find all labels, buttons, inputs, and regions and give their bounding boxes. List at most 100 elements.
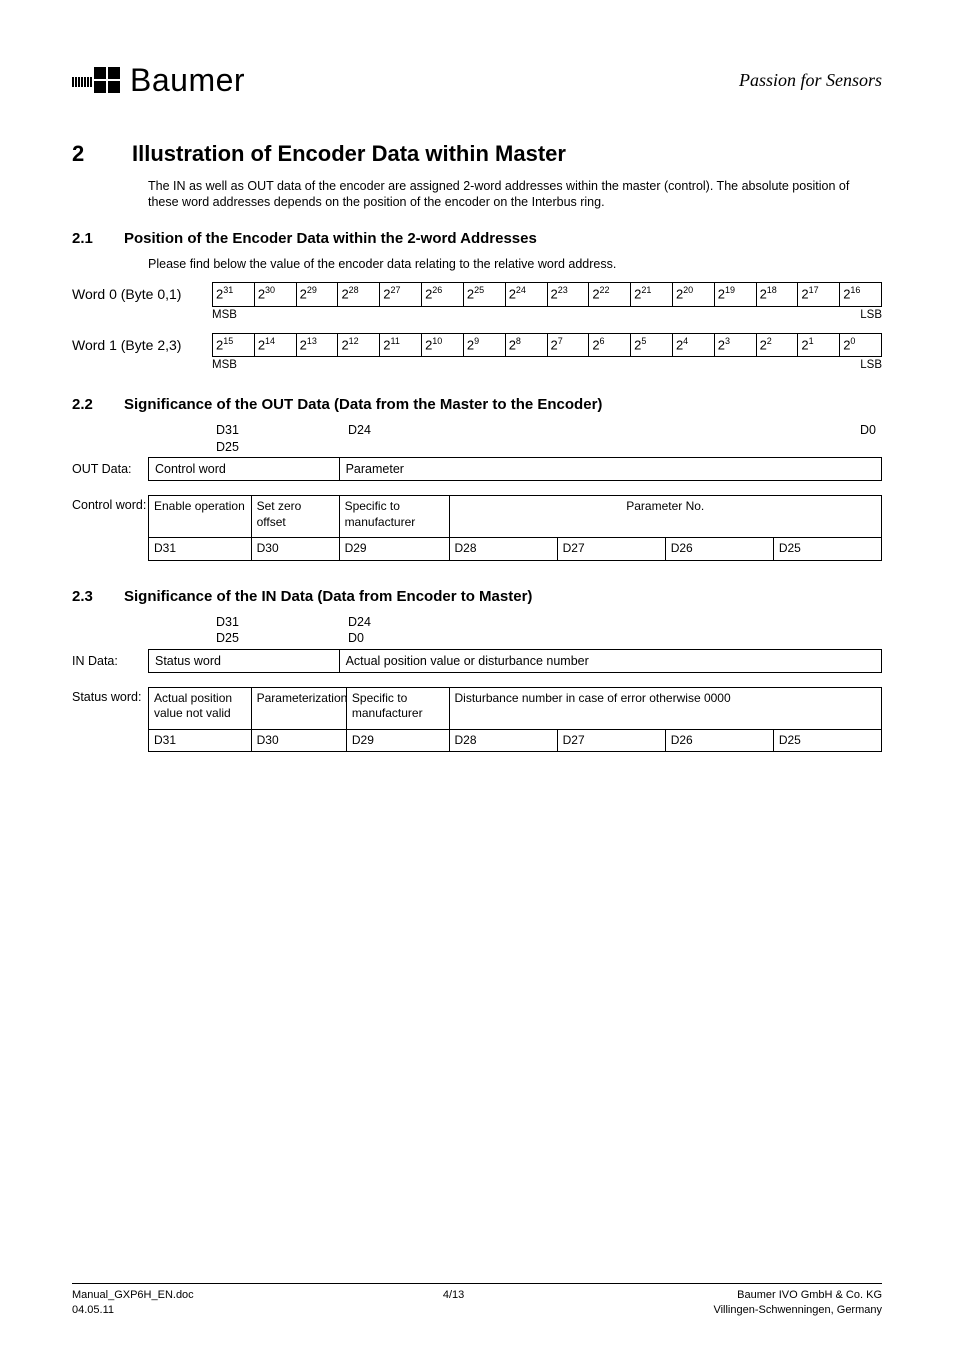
in-d24-label: D24 <box>348 614 508 630</box>
word0-bit-table: 231230229228227226225224223222221220219 2… <box>212 282 882 306</box>
section-2-intro: The IN as well as OUT data of the encode… <box>148 178 868 211</box>
bit-cell: 223 <box>547 283 589 306</box>
bit-cell: 214 <box>254 333 296 356</box>
word1-lsb: LSB <box>860 358 882 373</box>
bit-cell: 210 <box>422 333 464 356</box>
control-word-table: Enable operation Set zero offset Specifi… <box>148 495 882 561</box>
section-2-3-title-text: Significance of the IN Data (Data from E… <box>124 588 532 605</box>
bit-cell: 26 <box>589 333 631 356</box>
status-pos-not-valid: Actual position value not valid <box>149 687 252 729</box>
bit-cell: 215 <box>213 333 255 356</box>
d0-label: D0 <box>508 422 882 438</box>
section-2-3-title: 2.3Significance of the IN Data (Data fro… <box>72 587 882 607</box>
footer-page-num: 4/13 <box>194 1288 714 1317</box>
logo: Baumer <box>72 60 245 102</box>
bit-cell: 20 <box>840 333 882 356</box>
bit-cell: 220 <box>672 283 714 306</box>
in-d25-label: D25 <box>216 630 348 646</box>
bit-cell: 213 <box>296 333 338 356</box>
bit-cell: 25 <box>631 333 673 356</box>
bit-cell: 21 <box>798 333 840 356</box>
bit-cell: 226 <box>422 283 464 306</box>
status-d29: D29 <box>346 729 449 752</box>
tagline: Passion for Sensors <box>739 69 882 92</box>
status-d28: D28 <box>449 729 557 752</box>
bit-cell: 224 <box>505 283 547 306</box>
status-d30: D30 <box>251 729 346 752</box>
ctrl-d31: D31 <box>149 538 252 561</box>
status-disturbance: Disturbance number in case of error othe… <box>449 687 882 729</box>
status-specific: Specific to manufacturer <box>346 687 449 729</box>
word1-block: Word 1 (Byte 2,3) 2152142132122112102928… <box>72 333 882 373</box>
bit-cell: 217 <box>798 283 840 306</box>
status-word-table: Actual position value not valid Paramete… <box>148 687 882 753</box>
bit-cell: 229 <box>296 283 338 306</box>
word1-bit-table: 21521421321221121029282726252423222120 <box>212 333 882 357</box>
in-data-row: IN Data: Status word Actual position val… <box>72 649 882 673</box>
out-d-labels-bottom: D25 <box>148 439 882 455</box>
control-word-row: Control word: Enable operation Set zero … <box>72 495 882 561</box>
in-d-labels-bottom: D25 D0 <box>148 630 882 646</box>
section-2-2-num: 2.2 <box>72 395 124 415</box>
out-cell-control-word: Control word <box>149 457 340 480</box>
section-2-1-intro: Please find below the value of the encod… <box>148 256 882 272</box>
status-d25: D25 <box>773 729 881 752</box>
d24-label: D24 <box>348 422 508 438</box>
bit-cell: 221 <box>631 283 673 306</box>
word0-msb: MSB <box>212 308 237 323</box>
d25-label: D25 <box>216 439 348 455</box>
bit-cell: 222 <box>589 283 631 306</box>
page-footer: Manual_GXP6H_EN.doc 04.05.11 4/13 Baumer… <box>72 1283 882 1317</box>
bit-cell: 211 <box>380 333 422 356</box>
bit-cell: 228 <box>338 283 380 306</box>
footer-doc-name: Manual_GXP6H_EN.doc <box>72 1288 194 1302</box>
word1-msb: MSB <box>212 358 237 373</box>
section-2-2-title: 2.2Significance of the OUT Data (Data fr… <box>72 395 882 415</box>
in-d0-label: D0 <box>348 630 508 646</box>
word0-label: Word 0 (Byte 0,1) <box>72 282 212 303</box>
ctrl-set-zero: Set zero offset <box>251 496 339 538</box>
in-d-labels-top: D31 D24 <box>148 614 882 630</box>
ctrl-specific: Specific to manufacturer <box>339 496 449 538</box>
ctrl-d25: D25 <box>773 538 881 561</box>
ctrl-d29: D29 <box>339 538 449 561</box>
in-cell-status-word: Status word <box>149 649 340 672</box>
status-d26: D26 <box>665 729 773 752</box>
bit-cell: 225 <box>463 283 505 306</box>
word1-label: Word 1 (Byte 2,3) <box>72 333 212 354</box>
out-data-row: OUT Data: Control word Parameter <box>72 457 882 481</box>
word0-lsb: LSB <box>860 308 882 323</box>
page-header: Baumer Passion for Sensors <box>72 60 882 102</box>
out-data-label: OUT Data: <box>72 457 148 481</box>
bit-cell: 219 <box>714 283 756 306</box>
ctrl-d28: D28 <box>449 538 557 561</box>
footer-company: Baumer IVO GmbH & Co. KG <box>713 1288 882 1302</box>
footer-right: Baumer IVO GmbH & Co. KG Villingen-Schwe… <box>713 1288 882 1317</box>
out-d-labels-top: D31 D24 D0 <box>148 422 882 438</box>
in-data-label: IN Data: <box>72 649 148 673</box>
ctrl-d30: D30 <box>251 538 339 561</box>
section-2-1-num: 2.1 <box>72 229 124 249</box>
bit-cell: 22 <box>756 333 798 356</box>
ctrl-d27: D27 <box>557 538 665 561</box>
bit-cell: 28 <box>505 333 547 356</box>
section-2-3-num: 2.3 <box>72 587 124 607</box>
out-cell-parameter: Parameter <box>339 457 881 480</box>
in-d31-label: D31 <box>216 614 348 630</box>
bit-cell: 227 <box>380 283 422 306</box>
bit-cell: 230 <box>254 283 296 306</box>
bit-cell: 29 <box>463 333 505 356</box>
ctrl-enable-op: Enable operation <box>149 496 252 538</box>
ctrl-param-no: Parameter No. <box>449 496 882 538</box>
footer-location: Villingen-Schwenningen, Germany <box>713 1303 882 1317</box>
bit-cell: 212 <box>338 333 380 356</box>
bit-cell: 27 <box>547 333 589 356</box>
bit-cell: 24 <box>672 333 714 356</box>
footer-date: 04.05.11 <box>72 1303 194 1317</box>
status-word-label: Status word: <box>72 687 148 753</box>
section-2-1-title: 2.1Position of the Encoder Data within t… <box>72 229 882 249</box>
bit-cell: 231 <box>213 283 255 306</box>
d31-label: D31 <box>216 422 348 438</box>
section-2-1-title-text: Position of the Encoder Data within the … <box>124 230 537 247</box>
ctrl-d26: D26 <box>665 538 773 561</box>
